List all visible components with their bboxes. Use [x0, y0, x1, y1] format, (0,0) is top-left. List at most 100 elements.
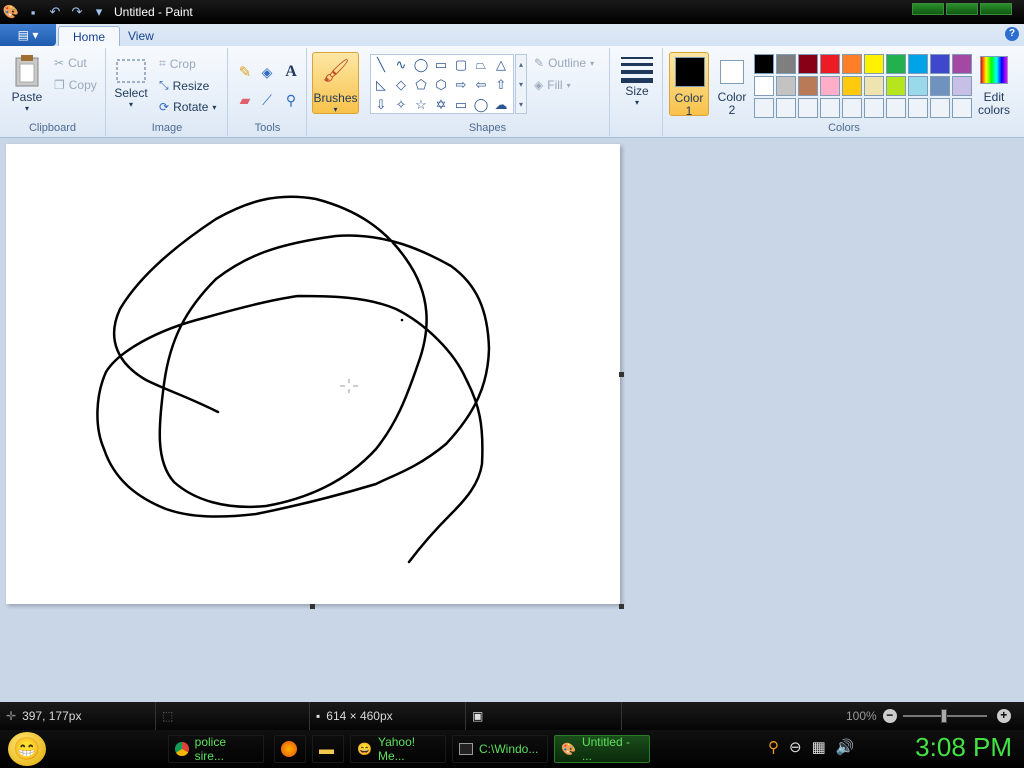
copy-button[interactable]: ❐ Copy [54, 78, 97, 92]
customize-qat-icon[interactable]: ▾ [90, 3, 108, 21]
palette-swatch[interactable] [886, 76, 906, 96]
palette-swatch[interactable] [776, 54, 796, 74]
custom-color-slot[interactable] [908, 98, 928, 118]
tab-home[interactable]: Home [58, 26, 121, 46]
line-shape-icon[interactable]: ╲ [371, 55, 391, 75]
edit-colors-button[interactable]: Edit colors [976, 54, 1012, 117]
right-triangle-shape-icon[interactable]: ◺ [371, 75, 391, 95]
color2-button[interactable]: Color 2 [712, 52, 752, 117]
help-icon[interactable]: ? [1005, 27, 1019, 41]
start-button-smiley-icon[interactable]: 😁 [8, 732, 46, 766]
drawing-canvas[interactable] [6, 144, 620, 604]
palette-swatch[interactable] [820, 76, 840, 96]
four-point-star-shape-icon[interactable]: ✧ [391, 95, 411, 115]
cut-button[interactable]: ✂ Cut [54, 56, 87, 70]
rounded-rectangle-shape-icon[interactable]: ▢ [451, 55, 471, 75]
taskbar-item-explorer[interactable]: ▬ [312, 735, 344, 763]
shapes-gallery[interactable]: ╲ ∿ ◯ ▭ ▢ ⏢ △ ◺ ◇ ⬠ ⬡ ⇨ ⇦ ⇧ ⇩ ✧ ☆ ✡ ▭ ◯ … [370, 54, 514, 114]
callout-shape-icon[interactable]: ▭ [451, 95, 471, 115]
paste-button[interactable]: Paste ▾ [8, 54, 46, 113]
custom-color-slot[interactable] [864, 98, 884, 118]
zoom-out-icon[interactable]: − [882, 709, 897, 723]
tab-view[interactable]: View [114, 26, 168, 46]
custom-color-slot[interactable] [842, 98, 862, 118]
custom-color-slot[interactable] [820, 98, 840, 118]
right-arrow-shape-icon[interactable]: ⇨ [451, 75, 471, 95]
taskbar-item-chrome[interactable]: police sire... [168, 735, 264, 763]
curve-shape-icon[interactable]: ∿ [391, 55, 411, 75]
resize-handle-corner[interactable] [619, 604, 624, 609]
palette-swatch[interactable] [798, 76, 818, 96]
palette-swatch[interactable] [842, 76, 862, 96]
resize-handle-right[interactable] [619, 372, 624, 377]
fill-bucket-icon[interactable]: ◈ [257, 62, 277, 82]
crop-button[interactable]: ⌗ Crop [159, 56, 196, 71]
zoom-in-icon[interactable]: + [996, 709, 1011, 723]
custom-color-slot[interactable] [930, 98, 950, 118]
taskbar-item-paint[interactable]: 🎨 Untitled - ... [554, 735, 650, 763]
palette-swatch[interactable] [820, 54, 840, 74]
rectangle-shape-icon[interactable]: ▭ [431, 55, 451, 75]
palette-swatch[interactable] [842, 54, 862, 74]
taskbar-item-yahoo-messenger[interactable]: 😄 Yahoo! Me... [350, 735, 446, 763]
select-button[interactable]: Select ▾ [113, 58, 149, 109]
down-arrow-shape-icon[interactable]: ⇩ [371, 95, 391, 115]
polygon-shape-icon[interactable]: ⏢ [471, 55, 491, 75]
custom-color-slot[interactable] [754, 98, 774, 118]
palette-swatch[interactable] [754, 54, 774, 74]
cloud-callout-shape-icon[interactable]: ☁ [491, 95, 511, 115]
palette-swatch[interactable] [952, 76, 972, 96]
rotate-button[interactable]: ⟳ Rotate ▾ [159, 100, 216, 114]
palette-swatch[interactable] [952, 54, 972, 74]
text-tool-icon[interactable]: A [281, 62, 301, 82]
palette-swatch[interactable] [930, 76, 950, 96]
outline-button[interactable]: ✎ Outline ▾ [534, 56, 594, 70]
paint-menu-button[interactable]: ▤ ▾ [0, 24, 56, 46]
network-icon[interactable]: ▦ [812, 738, 826, 756]
six-point-star-shape-icon[interactable]: ✡ [431, 95, 451, 115]
redo-icon[interactable]: ↷ [68, 3, 86, 21]
palette-swatch[interactable] [908, 76, 928, 96]
color1-button[interactable]: Color 1 [669, 52, 709, 118]
up-arrow-shape-icon[interactable]: ⇧ [491, 75, 511, 95]
pentagon-shape-icon[interactable]: ⬠ [411, 75, 431, 95]
canvas-area[interactable] [0, 139, 1024, 702]
minimize-button[interactable] [912, 3, 944, 15]
palette-swatch[interactable] [864, 54, 884, 74]
save-icon[interactable]: ▪ [24, 3, 42, 21]
taskbar-item-firefox[interactable] [274, 735, 306, 763]
palette-swatch[interactable] [886, 54, 906, 74]
palette-swatch[interactable] [798, 54, 818, 74]
volume-icon[interactable]: 🔊 [836, 738, 855, 756]
fill-button[interactable]: ◈ Fill ▾ [534, 78, 571, 92]
search-icon[interactable]: ⚲ [768, 738, 779, 756]
paint-app-icon[interactable]: 🎨 [2, 3, 20, 21]
zoom-slider[interactable] [902, 709, 987, 723]
color-picker-icon[interactable]: ⟋ [257, 90, 277, 110]
custom-color-slot[interactable] [776, 98, 796, 118]
palette-swatch[interactable] [776, 76, 796, 96]
maximize-button[interactable] [946, 3, 978, 15]
resize-handle-bottom[interactable] [310, 604, 315, 609]
hexagon-shape-icon[interactable]: ⬡ [431, 75, 451, 95]
custom-color-slot[interactable] [798, 98, 818, 118]
shapes-scroll[interactable]: ▴ ▾ ▾ [515, 54, 527, 114]
resize-button[interactable]: ⤡ Resize [159, 78, 209, 93]
palette-swatch[interactable] [930, 54, 950, 74]
triangle-shape-icon[interactable]: △ [491, 55, 511, 75]
custom-color-slot[interactable] [886, 98, 906, 118]
five-point-star-shape-icon[interactable]: ☆ [411, 95, 431, 115]
taskbar-item-command-prompt[interactable]: C:\Windo... [452, 735, 548, 763]
close-button[interactable] [980, 3, 1012, 15]
pencil-icon[interactable]: ✎ [235, 62, 255, 82]
magnifier-icon[interactable]: ⚲ [281, 90, 301, 110]
zoom-slider-thumb[interactable] [940, 709, 947, 723]
size-button[interactable]: Size ▾ [619, 54, 655, 107]
diamond-shape-icon[interactable]: ◇ [391, 75, 411, 95]
left-arrow-shape-icon[interactable]: ⇦ [471, 75, 491, 95]
undo-icon[interactable]: ↶ [46, 3, 64, 21]
custom-color-slot[interactable] [952, 98, 972, 118]
palette-swatch[interactable] [864, 76, 884, 96]
oval-callout-shape-icon[interactable]: ◯ [471, 95, 491, 115]
brushes-button[interactable]: 🖌 Brushes ▾ [312, 52, 359, 114]
